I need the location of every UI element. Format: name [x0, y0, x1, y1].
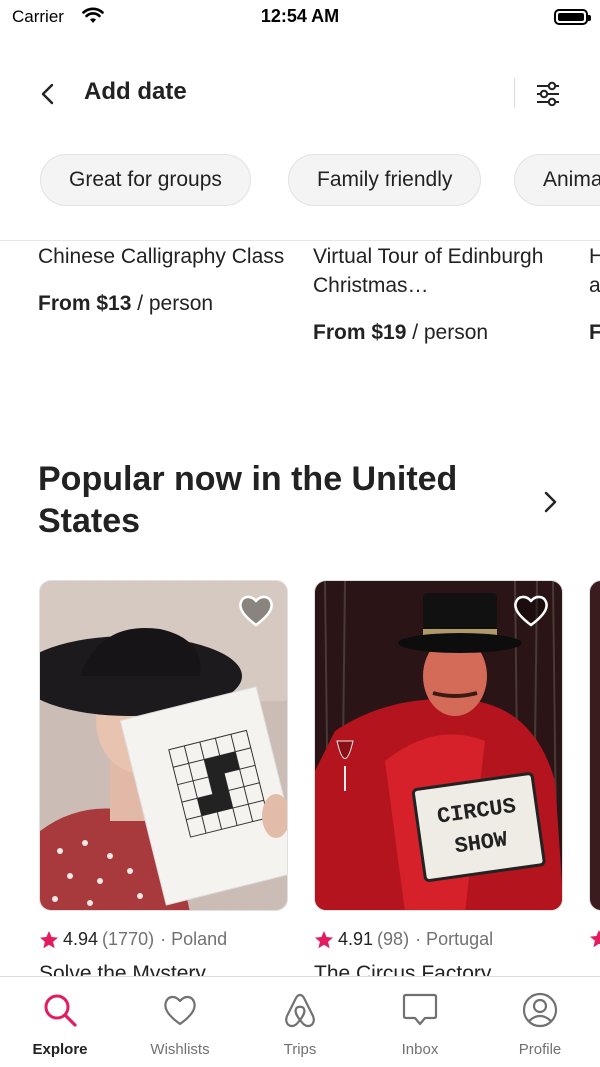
chevron-right-icon — [544, 491, 557, 513]
experience-card[interactable]: Chinese Calligraphy Class From $13 / per… — [38, 241, 288, 316]
battery-icon — [554, 9, 591, 25]
experience-title: The Circus Factory — [314, 962, 492, 976]
chip-family-friendly[interactable]: Family friendly — [288, 154, 482, 206]
rating-value: 4.91 — [338, 929, 374, 949]
review-count: (98) — [377, 929, 410, 949]
country-label: · Portugal — [415, 929, 494, 949]
tab-label: Explore — [32, 1041, 88, 1058]
popular-experience-cards: 4.94 (1770) · Poland Solve the Mystery C… — [0, 580, 600, 976]
popular-card[interactable]: 4.94 (1770) · Poland Solve the Mystery — [39, 580, 288, 976]
experience-price: From $19 / person — [313, 321, 563, 345]
chip-animals[interactable]: Animals — [514, 154, 600, 206]
search-icon — [44, 994, 77, 1027]
airbnb-logo-icon — [285, 993, 315, 1028]
experience-title: Virtual Tour of Edinburgh Christmas… — [313, 245, 544, 297]
chip-great-for-groups[interactable]: Great for groups — [40, 154, 251, 206]
experience-title: H a — [589, 245, 600, 297]
star-icon — [315, 930, 333, 948]
page-title[interactable]: Add date — [84, 78, 187, 106]
rating-value: 4.94 — [63, 929, 99, 949]
tab-profile[interactable]: Profile — [480, 991, 600, 1058]
experience-photo[interactable] — [589, 580, 600, 911]
section-see-all-button[interactable] — [532, 484, 568, 520]
experience-photo[interactable]: CIRCUS SHOW — [314, 580, 563, 911]
price-amount: From $13 — [38, 292, 132, 315]
star-icon — [40, 930, 58, 948]
review-count: (1770) — [102, 929, 155, 949]
tab-trips[interactable]: Trips — [240, 991, 360, 1058]
tab-label: Wishlists — [150, 1041, 210, 1058]
category-chips: Great for groups Family friendly Animals — [0, 154, 600, 210]
popular-card-partial[interactable] — [589, 580, 600, 949]
circus-performer-photo: CIRCUS SHOW — [315, 581, 562, 910]
experience-photo[interactable] — [39, 580, 288, 911]
top-experience-cards: Chinese Calligraphy Class From $13 / per… — [0, 241, 600, 381]
header-divider — [514, 78, 515, 108]
experience-price: From $13 / person — [38, 292, 288, 316]
bottom-tab-bar: Explore Wishlists Trips Inbox Profile — [0, 976, 600, 1067]
popular-card[interactable]: CIRCUS SHOW 4.91 (98) · Portugal The Cir… — [314, 580, 563, 976]
filter-sliders-icon — [537, 81, 559, 107]
tab-wishlists[interactable]: Wishlists — [120, 991, 240, 1058]
woman-with-puzzle-photo — [40, 581, 287, 910]
experience-card[interactable]: H a F — [589, 241, 600, 345]
tab-inbox[interactable]: Inbox — [360, 991, 480, 1058]
clock-label: 12:54 AM — [260, 6, 340, 26]
filter-button[interactable] — [526, 72, 570, 116]
experience-title: Solve the Mystery — [39, 962, 206, 976]
message-icon — [402, 993, 438, 1026]
rating-row — [589, 929, 600, 949]
status-bar: Carrier 12:54 AM — [0, 0, 600, 34]
heart-icon[interactable] — [237, 593, 275, 629]
price-unit: / person — [131, 292, 214, 315]
profile-icon — [522, 992, 558, 1028]
experience-card[interactable]: Virtual Tour of Edinburgh Christmas… Fro… — [313, 241, 563, 345]
rating-row: 4.94 (1770) · Poland — [39, 929, 288, 950]
experience-price: F — [589, 321, 600, 345]
tab-explore[interactable]: Explore — [0, 991, 120, 1058]
heart-icon — [164, 995, 196, 1026]
section-title: Popular now in the United States — [38, 460, 458, 540]
chevron-left-icon — [41, 83, 54, 105]
price-amount: F — [589, 321, 600, 344]
experience-title: Chinese Calligraphy Class — [38, 245, 285, 268]
page-header: Add date — [0, 56, 600, 128]
back-button[interactable] — [28, 74, 68, 114]
tab-label: Profile — [518, 1041, 562, 1058]
rating-row: 4.91 (98) · Portugal — [314, 929, 563, 950]
price-unit: / person — [406, 321, 489, 344]
heart-icon[interactable] — [512, 593, 550, 629]
country-label: · Poland — [160, 929, 228, 949]
price-amount: From $19 — [313, 321, 407, 344]
tab-label: Inbox — [401, 1041, 439, 1058]
tab-label: Trips — [283, 1041, 317, 1058]
star-icon — [590, 930, 600, 948]
